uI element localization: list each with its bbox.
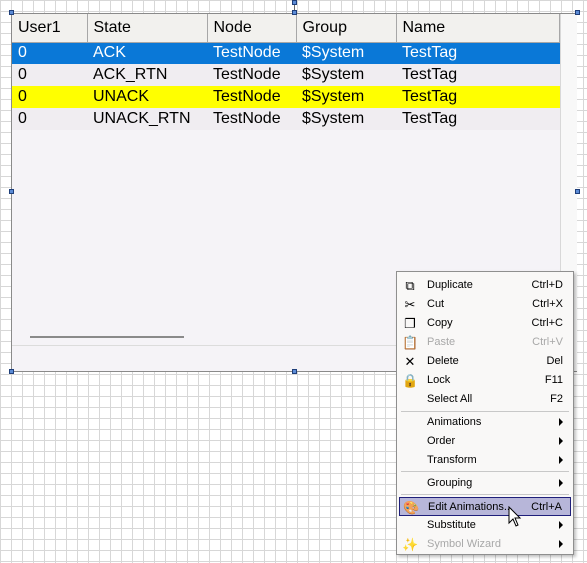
cell-node: TestNode (207, 108, 296, 130)
cell-name: TestTag (396, 108, 560, 130)
selection-handle-bottom-left[interactable] (9, 369, 14, 374)
delete-x-icon: ✕ (404, 354, 416, 369)
menu-item-label: Duplicate (427, 279, 473, 291)
scissors-icon: ✂ (404, 297, 416, 312)
menu-item-substitute[interactable]: Substitute (399, 516, 571, 535)
selection-handle-top-left[interactable] (9, 10, 14, 15)
cell-state: ACK_RTN (87, 64, 207, 86)
column-header-user1[interactable]: User1 (12, 14, 88, 43)
cell-group: $System (296, 42, 396, 64)
menu-separator (401, 471, 569, 472)
cell-group: $System (296, 64, 396, 86)
menu-item-cut[interactable]: ✂ Cut Ctrl+X (399, 295, 571, 314)
submenu-arrow-icon (559, 418, 563, 426)
submenu-arrow-icon (559, 540, 563, 548)
menu-item-label: Edit Animations... (428, 501, 513, 513)
menu-item-shortcut: Ctrl+V (532, 336, 563, 348)
menu-item-animations[interactable]: Animations (399, 413, 571, 432)
menu-item-shortcut: F2 (550, 393, 563, 405)
rotation-handle[interactable] (292, 0, 297, 5)
menu-item-symbol-wizard[interactable]: ✨ Symbol Wizard (399, 535, 571, 554)
horizontal-scrollbar[interactable] (30, 336, 184, 338)
menu-item-shortcut: Del (546, 355, 563, 367)
cell-state: UNACK_RTN (87, 108, 207, 130)
menu-item-shortcut: F11 (544, 374, 563, 386)
cell-name: TestTag (396, 64, 560, 86)
menu-item-label: Delete (427, 355, 459, 367)
cell-user: 0 (12, 42, 87, 64)
menu-item-shortcut: Ctrl+D (531, 279, 563, 291)
menu-item-label: Symbol Wizard (427, 538, 501, 550)
table-row[interactable]: 0 ACK TestNode $System TestTag (12, 42, 560, 64)
menu-item-grouping[interactable]: Grouping (399, 474, 571, 493)
cell-user: 0 (12, 108, 87, 130)
duplicate-icon: ⧉ (405, 278, 415, 293)
cell-group: $System (296, 108, 396, 130)
cell-node: TestNode (207, 42, 296, 64)
cell-user: 0 (12, 64, 87, 86)
menu-item-label: Order (427, 435, 456, 447)
selection-handle-middle-right[interactable] (575, 189, 580, 194)
cell-state: UNACK (87, 86, 207, 108)
cell-node: TestNode (207, 64, 296, 86)
menu-item-label: Cut (427, 298, 445, 310)
menu-item-label: Copy (427, 317, 453, 329)
selection-handle-middle-left[interactable] (9, 189, 14, 194)
menu-item-label: Paste (427, 336, 456, 348)
copy-icon: ❐ (404, 316, 416, 331)
cell-state: ACK (87, 42, 207, 64)
menu-item-duplicate[interactable]: ⧉ Duplicate Ctrl+D (399, 276, 571, 295)
submenu-arrow-icon (559, 456, 563, 464)
menu-item-delete[interactable]: ✕ Delete Del (399, 352, 571, 371)
menu-item-label: Grouping (427, 477, 473, 489)
menu-separator (401, 411, 569, 412)
menu-item-label: Transform (427, 454, 477, 466)
menu-item-select-all[interactable]: Select All F2 (399, 390, 571, 409)
submenu-arrow-icon (559, 521, 563, 529)
table-row[interactable]: 0 UNACK TestNode $System TestTag (12, 86, 560, 108)
mouse-pointer-icon (508, 506, 522, 527)
table-row[interactable]: 0 ACK_RTN TestNode $System TestTag (12, 64, 560, 86)
submenu-arrow-icon (559, 479, 563, 487)
menu-item-paste[interactable]: 📋 Paste Ctrl+V (399, 333, 571, 352)
menu-item-shortcut: Ctrl+X (532, 298, 563, 310)
table-row[interactable]: 0 UNACK_RTN TestNode $System TestTag (12, 108, 560, 130)
lock-icon: 🔒 (402, 373, 419, 388)
cell-node: TestNode (207, 86, 296, 108)
menu-item-order[interactable]: Order (399, 432, 571, 451)
menu-item-label: Animations (427, 416, 482, 428)
clipboard-icon: 📋 (402, 335, 419, 350)
column-header-state[interactable]: State (87, 14, 208, 43)
submenu-arrow-icon (559, 437, 563, 445)
table-header-row: User1 State Node Group Name (12, 14, 560, 43)
selection-handle-top-right[interactable] (575, 10, 580, 15)
menu-item-shortcut: Ctrl+C (531, 317, 563, 329)
drawing-canvas[interactable]: User1 State Node Group Name 0 ACK TestNo… (0, 0, 587, 563)
menu-item-lock[interactable]: 🔒 Lock F11 (399, 371, 571, 390)
cell-name: TestTag (396, 42, 560, 64)
menu-item-shortcut: Ctrl+A (531, 501, 562, 513)
edit-animations-icon: 🎨 (403, 500, 420, 515)
magic-wand-icon: ✨ (402, 537, 419, 552)
selection-handle-top-middle[interactable] (292, 10, 297, 15)
menu-item-edit-animations[interactable]: 🎨 Edit Animations... Ctrl+A (399, 497, 571, 516)
column-header-group[interactable]: Group (296, 14, 397, 43)
cell-name: TestTag (396, 86, 560, 108)
cell-group: $System (296, 86, 396, 108)
menu-item-label: Substitute (427, 519, 476, 531)
selection-handle-bottom-middle[interactable] (292, 369, 297, 374)
context-menu: ⧉ Duplicate Ctrl+D ✂ Cut Ctrl+X ❐ Copy C… (396, 271, 574, 555)
menu-separator (401, 494, 569, 495)
column-header-node[interactable]: Node (207, 14, 297, 43)
menu-item-label: Select All (427, 393, 473, 405)
menu-item-transform[interactable]: Transform (399, 451, 571, 470)
alarm-table: User1 State Node Group Name 0 ACK TestNo… (12, 14, 560, 130)
cell-user: 0 (12, 86, 87, 108)
column-header-name[interactable]: Name (396, 14, 560, 43)
menu-item-copy[interactable]: ❐ Copy Ctrl+C (399, 314, 571, 333)
menu-item-label: Lock (427, 374, 451, 386)
